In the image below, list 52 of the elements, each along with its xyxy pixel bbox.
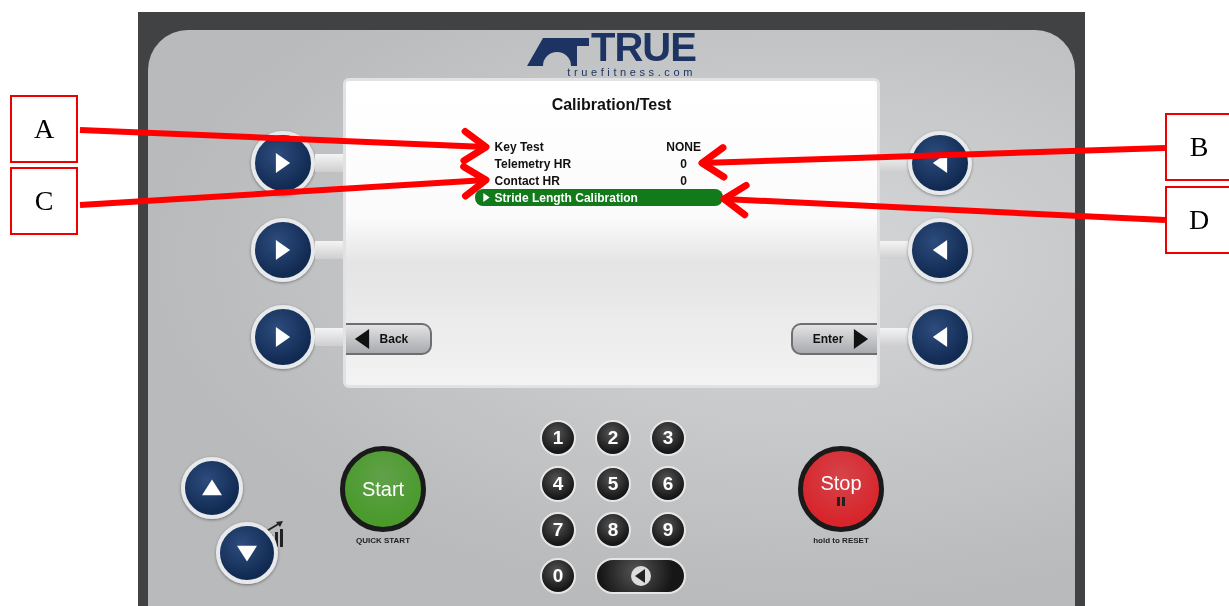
setting-value: NONE <box>665 139 702 154</box>
setting-label: Contact HR <box>494 173 561 188</box>
button-connector-bar <box>314 154 343 172</box>
callout-label: D <box>1165 186 1229 254</box>
backspace-key[interactable] <box>595 558 686 594</box>
setting-value: 0 <box>679 156 688 171</box>
pause-icon <box>837 497 845 506</box>
triangle-up-icon <box>202 478 222 498</box>
selection-pointer-icon <box>481 193 491 202</box>
side-select-button[interactable] <box>250 218 315 282</box>
action-label: Stride Length Calibration <box>494 190 639 205</box>
number-key[interactable]: 7 <box>540 512 576 548</box>
button-connector-bar <box>314 328 343 346</box>
quick-start-caption: QUICK START <box>355 536 411 545</box>
number-key[interactable]: 2 <box>595 420 631 456</box>
incline-up-button[interactable] <box>181 457 243 519</box>
number-key[interactable]: 0 <box>540 558 576 594</box>
setting-value: 0 <box>679 173 688 188</box>
incline-down-button[interactable] <box>216 522 278 584</box>
side-select-button[interactable] <box>250 305 315 369</box>
selected-menu-item[interactable]: Stride Length Calibration <box>474 189 723 206</box>
callout-label: C <box>10 167 78 235</box>
menu-item[interactable]: Telemetry HR 0 <box>474 155 723 172</box>
stop-button[interactable]: Stop <box>798 446 884 532</box>
side-select-button[interactable] <box>908 131 973 195</box>
button-connector-bar <box>880 241 909 259</box>
number-key[interactable]: 8 <box>595 512 631 548</box>
number-key[interactable]: 5 <box>595 466 631 502</box>
enter-button[interactable]: Enter <box>791 323 878 355</box>
backspace-icon <box>629 565 652 587</box>
button-connector-bar <box>314 241 343 259</box>
setting-label: Telemetry HR <box>494 156 573 171</box>
number-key[interactable]: 6 <box>650 466 686 502</box>
number-key[interactable]: 4 <box>540 466 576 502</box>
brand-name: TRUE <box>591 28 696 66</box>
menu-item[interactable]: Key Test NONE <box>474 138 723 155</box>
website-text: truefitness.com <box>567 66 696 78</box>
screen-title: Calibration/Test <box>550 96 673 114</box>
back-button[interactable]: Back <box>345 323 432 355</box>
setting-label: Key Test <box>494 139 545 154</box>
callout-label: B <box>1165 113 1229 181</box>
number-key[interactable]: 3 <box>650 420 686 456</box>
callout-label: A <box>10 95 78 163</box>
triangle-down-icon <box>237 543 257 563</box>
logo-mark-icon <box>527 36 590 66</box>
menu-item[interactable]: Contact HR 0 <box>474 172 723 189</box>
side-select-button[interactable] <box>908 305 973 369</box>
number-key[interactable]: 9 <box>650 512 686 548</box>
number-key[interactable]: 1 <box>540 420 576 456</box>
button-connector-bar <box>880 328 909 346</box>
side-select-button[interactable] <box>908 218 973 282</box>
reset-caption: hold to RESET <box>813 536 869 545</box>
